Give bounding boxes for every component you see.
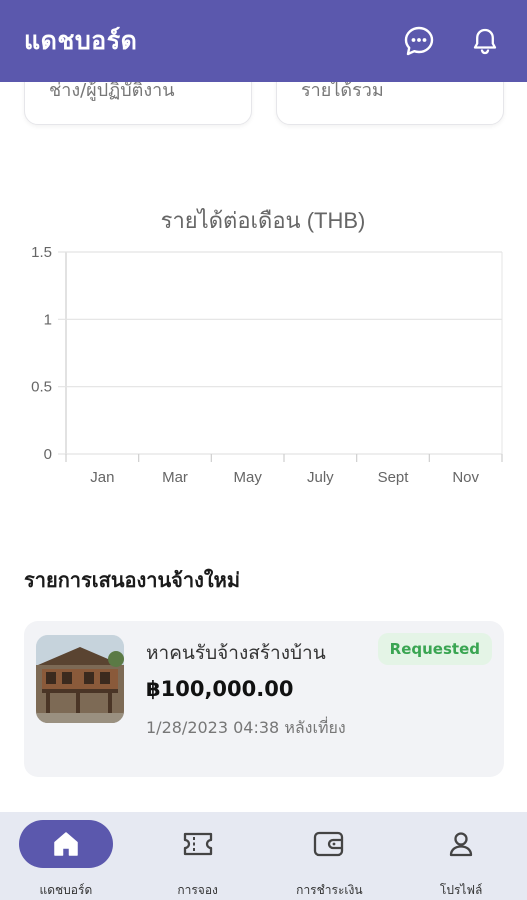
- job-date: 1/28/2023 04:38 หลังเที่ยง: [146, 718, 346, 737]
- y-tick-label: 0.5: [31, 379, 52, 396]
- nav-item-payments[interactable]: การชำระเงิน: [264, 812, 396, 900]
- section-title: รายการเสนองานจ้างใหม่: [24, 568, 241, 592]
- stat-card-label: รายได้รวม: [301, 82, 384, 101]
- nav-label: การชำระเงิน: [296, 883, 363, 897]
- status-badge: Requested: [377, 633, 492, 665]
- bell-icon[interactable]: [465, 21, 505, 61]
- x-tick-label: Sept: [378, 469, 410, 486]
- y-tick-label: 1.5: [31, 244, 52, 261]
- nav-label: การจอง: [177, 883, 218, 897]
- x-tick-label: Mar: [162, 469, 188, 486]
- chat-icon[interactable]: [399, 21, 439, 61]
- nav-pill: [414, 820, 508, 868]
- app-bar: แดชบอร์ด: [0, 0, 527, 82]
- stat-card-label: ช่าง/ผู้ปฏิบัติงาน: [49, 82, 175, 101]
- nav-label: โปรไฟล์: [439, 883, 483, 897]
- nav-pill: [18, 820, 113, 868]
- chart-title: รายได้ต่อเดือน (THB): [161, 208, 366, 233]
- wallet-icon: [314, 831, 344, 857]
- nav-item-bookings[interactable]: การจอง: [132, 812, 264, 900]
- x-tick-label: Nov: [452, 469, 479, 486]
- x-tick-label: May: [233, 469, 262, 486]
- job-title: หาคนรับจ้างสร้างบ้าน: [146, 642, 326, 664]
- y-tick-label: 0: [44, 446, 52, 463]
- home-icon: [54, 832, 78, 856]
- nav-item-profile[interactable]: โปรไฟล์: [395, 812, 527, 900]
- bottom-nav: แดชบอร์ด การจอง การชำระเงิน โปรไฟล์: [0, 812, 527, 900]
- job-price: ฿100,000.00: [146, 677, 294, 701]
- monthly-revenue-chart: รายได้ต่อเดือน (THB) 0 0.5 1 1.5 Jan Mar May J…: [0, 200, 527, 500]
- chart-svg: รายได้ต่อเดือน (THB) 0 0.5 1 1.5 Jan Mar May J…: [31, 208, 503, 486]
- job-thumbnail: [36, 635, 124, 723]
- stat-card-workers[interactable]: ช่าง/ผู้ปฏิบัติงาน: [24, 82, 252, 125]
- nav-pill: [151, 820, 245, 868]
- ticket-icon: [183, 832, 212, 856]
- job-offer-card[interactable]: หาคนรับจ้างสร้างบ้าน Requested ฿100,000.…: [24, 621, 504, 777]
- nav-label: แดชบอร์ด: [39, 883, 93, 897]
- page-title: แดชบอร์ด: [24, 26, 138, 55]
- x-tick-label: July: [307, 469, 334, 486]
- nav-item-dashboard[interactable]: แดชบอร์ด: [0, 812, 132, 900]
- y-tick-label: 1: [44, 311, 52, 328]
- stat-card-revenue[interactable]: รายได้รวม: [276, 82, 504, 125]
- dashboard-content[interactable]: ช่าง/ผู้ปฏิบัติงาน รายได้รวม รายได้ต่อเด…: [0, 82, 527, 812]
- nav-pill: [282, 820, 376, 868]
- x-tick-label: Jan: [90, 469, 114, 486]
- profile-icon: [449, 832, 473, 857]
